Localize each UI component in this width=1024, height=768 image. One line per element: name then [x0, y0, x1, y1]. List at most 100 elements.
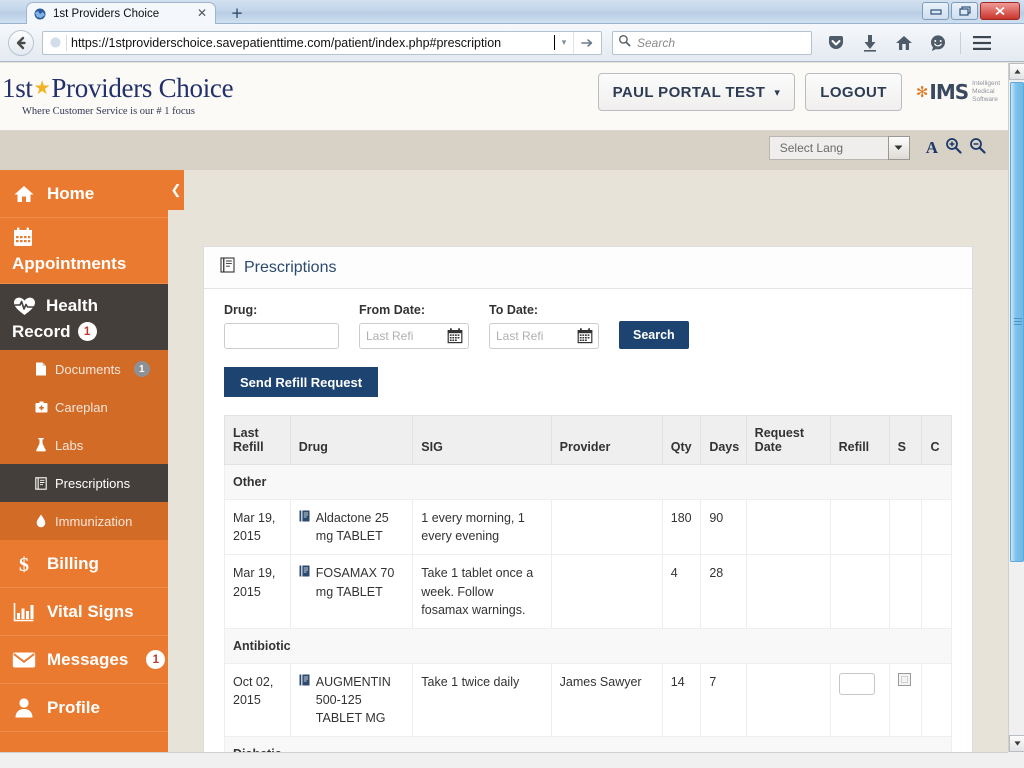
sidebar-item-documents[interactable]: Documents 1 [0, 350, 168, 388]
site-logo[interactable]: 1st ★ Providers Choice Where Customer Se… [2, 73, 234, 117]
sidebar-item-appointments[interactable]: Appointments [0, 218, 168, 284]
col-refill[interactable]: Refill [829, 415, 890, 465]
cell-s [888, 554, 923, 629]
col-days[interactable]: Days [700, 415, 747, 465]
drug-input[interactable] [224, 323, 339, 349]
vertical-scrollbar[interactable] [1008, 63, 1024, 752]
col-c[interactable]: C [921, 415, 952, 465]
col-sig[interactable]: SIG [412, 415, 552, 465]
col-last-refill[interactable]: Last Refill [224, 415, 291, 465]
font-normal-button[interactable]: A [926, 138, 938, 158]
sidebar-item-immunization[interactable]: Immunization [0, 502, 168, 540]
chevron-down-icon[interactable]: ▾ [555, 37, 573, 48]
logo-suffix: Providers Choice [51, 73, 234, 103]
heartbeat-icon [12, 294, 36, 318]
cell-s [888, 499, 923, 556]
zoom-in-icon[interactable] [945, 137, 962, 159]
close-icon[interactable] [980, 2, 1020, 20]
logo-prefix: 1st [2, 73, 33, 103]
chevron-down-icon: ▾ [774, 86, 781, 99]
browser-search-bar[interactable]: Search [612, 30, 812, 55]
page-icon [45, 34, 65, 52]
back-button-icon[interactable] [8, 29, 34, 56]
new-tab-button[interactable]: + [222, 3, 252, 24]
logo-wordmark: 1st ★ Providers Choice [2, 73, 234, 104]
sidebar-item-vital-signs[interactable]: Vital Signs [0, 588, 168, 636]
table-row[interactable]: Oct 02, 2015 AUGMENTIN 500-125 TABLET MG… [224, 662, 952, 738]
drug-field-group: Drug: [224, 303, 339, 349]
page-viewport: 1st ★ Providers Choice Where Customer Se… [0, 63, 1008, 768]
cell-refill [829, 554, 890, 629]
calendar-icon[interactable] [577, 328, 593, 349]
col-qty[interactable]: Qty [661, 415, 702, 465]
logo-tagline: Where Customer Service is our # 1 focus [22, 106, 195, 117]
select-checkbox[interactable] [897, 672, 911, 686]
chevron-down-icon[interactable] [887, 136, 910, 160]
close-icon[interactable]: ✕ [195, 6, 209, 21]
pill-book-icon [299, 564, 310, 582]
col-drug[interactable]: Drug [289, 415, 414, 465]
url-bar[interactable]: https://1stproviderschoice.savepatientti… [42, 30, 602, 55]
col-s[interactable]: S [888, 415, 923, 465]
language-select[interactable]: Select Lang [768, 136, 910, 160]
prescriptions-panel: Prescriptions Drug: From Date: Last Refi… [203, 246, 973, 768]
browser-title-bar: 1st Providers Choice ✕ + [0, 0, 1024, 24]
scrollbar-thumb[interactable] [1010, 82, 1024, 562]
cell-days: 90 [700, 499, 747, 556]
sidebar-item-labs[interactable]: Labs [0, 426, 168, 464]
ims-line3: Software [972, 95, 998, 103]
globe-icon [33, 7, 47, 21]
sidebar-item-health-record[interactable]: Health Record 1 [0, 284, 168, 350]
main-content: Prescriptions Drug: From Date: Last Refi… [185, 170, 1008, 768]
hamburger-menu-icon[interactable] [971, 33, 993, 53]
scroll-up-button[interactable] [1009, 63, 1024, 80]
flask-icon [34, 438, 48, 452]
refill-quantity-input[interactable] [838, 672, 875, 695]
go-arrow-icon[interactable] [573, 31, 599, 54]
send-refill-request-button[interactable]: Send Refill Request [224, 367, 379, 397]
logout-button[interactable]: LOGOUT [805, 73, 902, 111]
ims-line1: Intelligent [972, 80, 1000, 88]
table-row[interactable]: Mar 19, 2015 FOSAMAX 70 mg TABLET Take 1… [224, 554, 952, 629]
chat-icon[interactable] [928, 33, 948, 53]
sidebar-collapse-button[interactable]: ❮ [168, 170, 184, 210]
window-controls [922, 2, 1020, 20]
pocket-icon[interactable] [826, 33, 846, 53]
status-badge: 1 [146, 650, 166, 669]
pill-book-icon [299, 673, 310, 691]
maximize-icon[interactable] [951, 2, 978, 20]
cell-provider: James Sawyer [550, 662, 663, 738]
search-button[interactable]: Search [619, 321, 689, 349]
browser-tab[interactable]: 1st Providers Choice ✕ [26, 2, 216, 24]
downloads-icon[interactable] [860, 33, 880, 53]
sidebar-item-prescriptions[interactable]: Prescriptions [0, 464, 168, 502]
sidebar-item-home[interactable]: Home [0, 170, 168, 218]
minimize-icon[interactable] [922, 2, 949, 20]
status-badge: 1 [77, 322, 97, 342]
col-provider[interactable]: Provider [550, 415, 663, 465]
cell-last-refill: Oct 02, 2015 [224, 662, 291, 738]
sidebar-item-label: Profile [47, 697, 100, 717]
cell-last-refill: Mar 19, 2015 [224, 499, 291, 556]
cell-drug: AUGMENTIN 500-125 TABLET MG [289, 662, 414, 738]
sidebar-item-billing[interactable]: $ Billing [0, 540, 168, 588]
sidebar-item-careplan[interactable]: Careplan [0, 388, 168, 426]
cell-drug-name: FOSAMAX 70 mg TABLET [315, 566, 395, 599]
sidebar-item-profile[interactable]: Profile [0, 684, 168, 732]
cell-s [888, 662, 923, 738]
scroll-down-button[interactable] [1009, 735, 1024, 752]
sidebar-item-label: Health [46, 296, 98, 316]
cell-drug-name: Aldactone 25 mg TABLET [315, 511, 389, 544]
user-menu-button[interactable]: PAUL PORTAL TEST ▾ [597, 73, 796, 111]
table-row[interactable]: Mar 19, 2015 Aldactone 25 mg TABLET 1 ev… [224, 499, 952, 556]
cell-qty: 4 [661, 554, 702, 629]
home-icon[interactable] [894, 33, 914, 53]
col-request-date[interactable]: Request Date [745, 415, 831, 465]
sidebar-item-messages[interactable]: Messages 1 [0, 636, 168, 684]
page-title: Prescriptions [244, 258, 337, 276]
zoom-out-icon[interactable] [969, 137, 986, 159]
toolbar-divider [960, 31, 961, 54]
horizontal-scrollbar[interactable] [0, 752, 1008, 768]
calendar-icon[interactable] [447, 328, 463, 349]
site-header: 1st ★ Providers Choice Where Customer Se… [0, 63, 1008, 131]
